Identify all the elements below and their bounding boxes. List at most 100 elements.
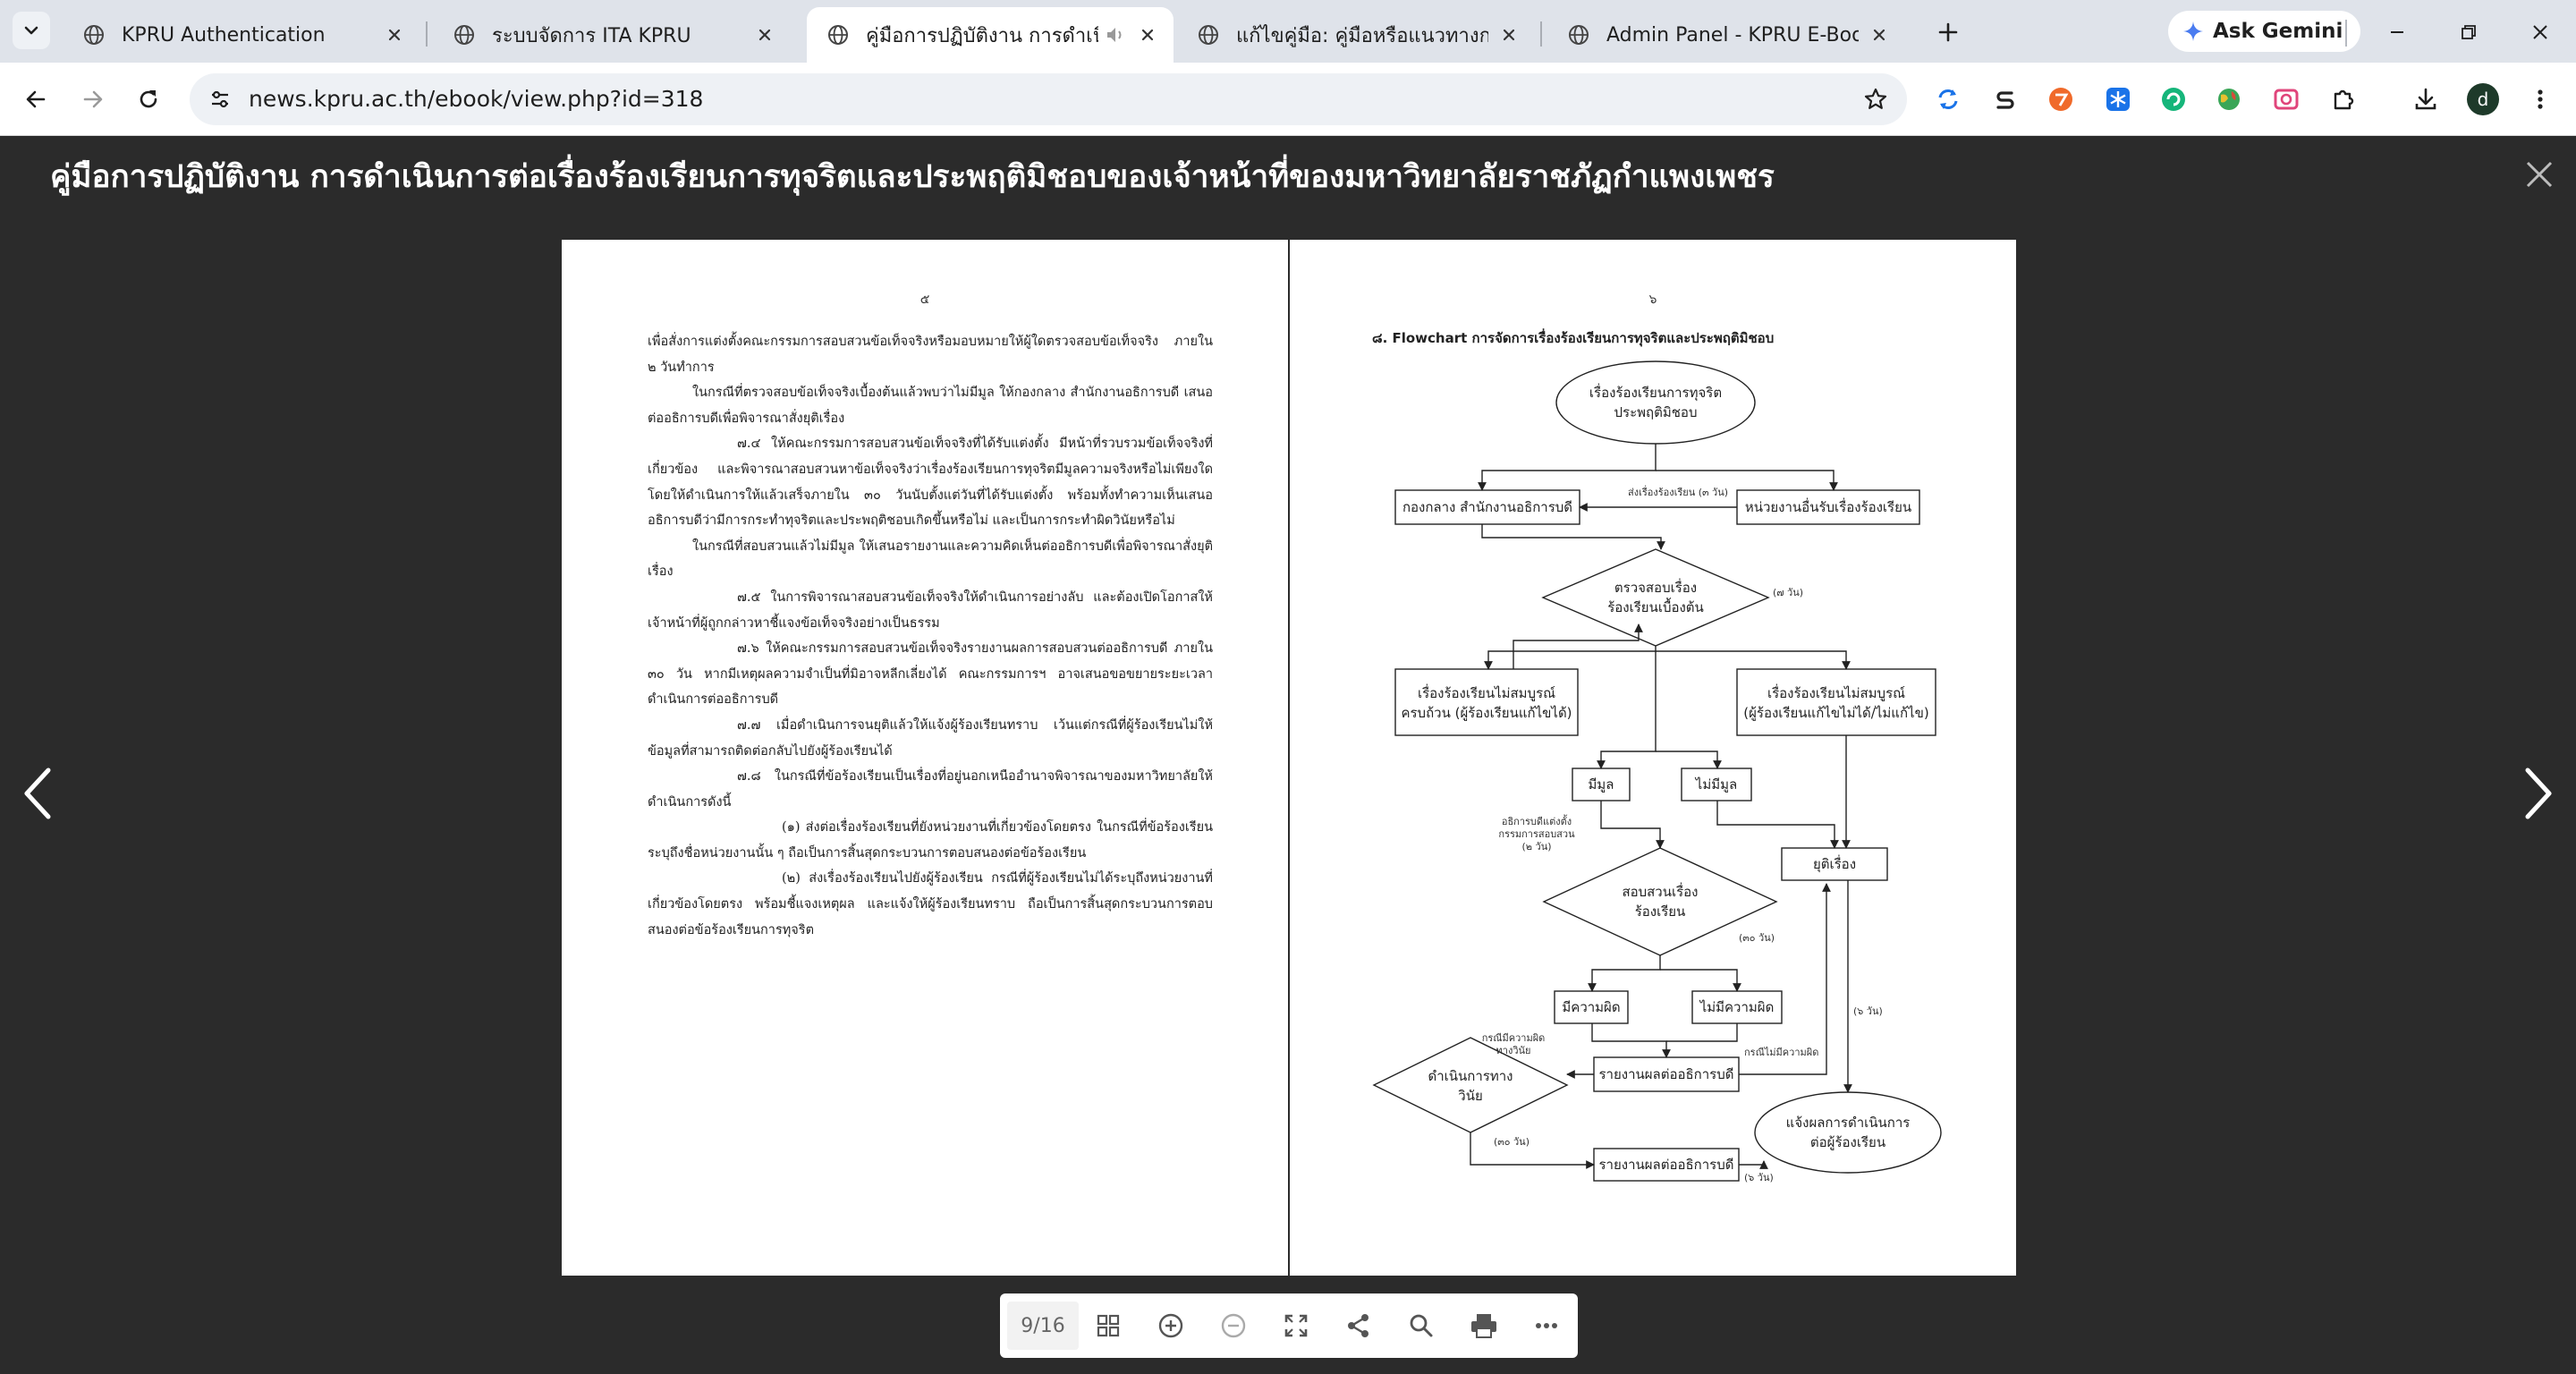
connector <box>1660 969 1741 992</box>
restore-button[interactable] <box>2451 14 2487 50</box>
extension-green-button[interactable] <box>2156 81 2191 117</box>
node-label: แจ้งผลการดำเนินการ <box>1786 1115 1911 1131</box>
tab-edit-manual[interactable]: แก้ไขคู่มือ: คู่มือหรือแนวทางการปฏิบั <box>1177 7 1535 63</box>
star-icon <box>1864 88 1887 109</box>
print-icon <box>1471 1314 1496 1338</box>
close-window-button[interactable] <box>2522 14 2558 50</box>
close-tab-icon[interactable] <box>1497 23 1521 47</box>
extension-sync-button[interactable] <box>1930 81 1966 117</box>
close-tab-icon[interactable] <box>753 23 776 47</box>
close-tab-icon[interactable] <box>1868 23 1891 47</box>
annotation: กรณีไม่มีความผิด <box>1744 1047 1818 1058</box>
extension-pink-button[interactable] <box>2268 81 2304 117</box>
download-icon <box>2415 88 2436 110</box>
node-start <box>1555 360 1756 445</box>
extensions-button[interactable] <box>2326 81 2361 117</box>
viewer-controls: 9/16 <box>1000 1293 1578 1358</box>
extension-snowflake-button[interactable] <box>2100 81 2136 117</box>
browser-window: KPRU Authentication ระบบจัดการ ITA KPRU … <box>0 0 2576 1374</box>
globe-icon <box>84 25 104 45</box>
more-horizontal-icon <box>1536 1323 1557 1328</box>
print-button[interactable] <box>1465 1307 1503 1344</box>
close-tab-icon[interactable] <box>1136 23 1159 47</box>
back-button[interactable] <box>16 80 55 119</box>
chevron-left-icon <box>24 768 51 819</box>
zoom-out-icon <box>1221 1313 1246 1338</box>
tab-title: ระบบจัดการ ITA KPRU <box>492 24 691 47</box>
tab-kpru-authentication[interactable]: KPRU Authentication <box>63 7 420 63</box>
more-vertical-icon <box>2538 89 2543 109</box>
ask-gemini-button[interactable]: Ask Gemini <box>2168 11 2361 52</box>
annotation: (๖ วัน) <box>1744 1172 1774 1183</box>
extension-globe-button[interactable] <box>2211 81 2247 117</box>
extension-s-button[interactable] <box>1987 81 2023 117</box>
node-label: ตรวจสอบเรื่อง <box>1614 578 1697 596</box>
globe-icon <box>828 25 848 45</box>
close-icon <box>2526 161 2553 188</box>
browser-menu-button[interactable] <box>2522 81 2558 117</box>
annotation: (๖ วัน) <box>1853 1005 1883 1017</box>
profile-avatar[interactable]: d <box>2467 83 2499 115</box>
minimize-icon <box>2391 31 2403 33</box>
extension-orange-button[interactable] <box>2043 81 2079 117</box>
thumbnails-button[interactable] <box>1089 1307 1127 1344</box>
close-tab-icon[interactable] <box>383 23 406 47</box>
reload-icon <box>140 90 157 108</box>
speaker-icon[interactable] <box>1104 23 1127 47</box>
downloads-button[interactable] <box>2408 81 2444 117</box>
node-incomplete-case <box>1736 668 1936 736</box>
tab-ita-kpru[interactable]: ระบบจัดการ ITA KPRU <box>433 7 791 63</box>
snowflake-icon <box>2106 88 2130 111</box>
page-indicator[interactable]: 9/16 <box>1007 1302 1079 1350</box>
node-label: ไม่มีความผิด <box>1699 999 1775 1015</box>
node-label: มีความผิด <box>1562 999 1620 1015</box>
gemini-sparkle-icon <box>2183 21 2203 41</box>
puzzle-icon <box>2334 89 2354 110</box>
zoom-out-button[interactable] <box>1215 1307 1252 1344</box>
chevron-right-icon <box>2525 768 2552 819</box>
viewer-close-button[interactable] <box>2519 154 2560 195</box>
gemini-label: Ask Gemini <box>2213 20 2343 43</box>
arrow-right-icon <box>83 90 103 108</box>
node-label: ต่อผู้ร้องเรียน <box>1810 1134 1885 1150</box>
more-options-button[interactable] <box>1528 1307 1565 1344</box>
address-bar[interactable]: news.kpru.ac.th/ebook/view.php?id=318 <box>190 73 1907 125</box>
paragraph: ๗.๖ ให้คณะกรรมการสอบสวนข้อเท็จจริงรายงาน… <box>648 641 1213 708</box>
pink-camera-icon <box>2274 89 2299 110</box>
node-label: ร้องเรียนเบื้องต้น <box>1607 598 1704 615</box>
zoom-in-icon <box>1158 1313 1183 1338</box>
node-label: ประพฤติมิชอบ <box>1614 404 1698 420</box>
share-button[interactable] <box>1340 1307 1377 1344</box>
tab-admin-panel[interactable]: Admin Panel - KPRU E-Books <box>1547 7 1905 63</box>
tab-title: แก้ไขคู่มือ: คู่มือหรือแนวทางการปฏิบั <box>1236 24 1488 47</box>
zoom-in-button[interactable] <box>1152 1307 1190 1344</box>
node-label: ร้องเรียน <box>1635 903 1686 920</box>
search-button[interactable] <box>1402 1307 1440 1344</box>
node-label: ยุติเรื่อง <box>1813 854 1856 873</box>
forward-button[interactable] <box>73 80 113 119</box>
annotation: ส่งเรื่องร้องเรียน (๓ วัน) <box>1628 485 1728 498</box>
bookmark-button[interactable] <box>1859 82 1893 116</box>
annotation: กรณีมีความผิด <box>1482 1032 1546 1044</box>
flowchart-diagram: เรื่องร้องเรียนการทุจริต ประพฤติมิชอบ กอ… <box>1372 360 1942 1183</box>
next-page-button[interactable] <box>2512 753 2565 834</box>
connector <box>1739 1160 1768 1169</box>
node-discipline <box>1372 1037 1569 1133</box>
tab-search-button[interactable] <box>13 12 50 49</box>
node-label: ไม่มีมูล <box>1695 776 1737 793</box>
reload-button[interactable] <box>129 80 168 119</box>
minimize-button[interactable] <box>2379 14 2415 50</box>
fullscreen-button[interactable] <box>1277 1307 1315 1344</box>
url-text[interactable]: news.kpru.ac.th/ebook/view.php?id=318 <box>249 86 703 112</box>
connector <box>1470 1132 1595 1169</box>
node-label: ครบถ้วน (ผู้ร้องเรียนแก้ไขได้) <box>1401 705 1572 721</box>
tab-ebook-manual[interactable]: คู่มือการปฏิบัติงาน การดำเนินการ <box>807 7 1174 63</box>
globe-icon <box>1199 25 1218 45</box>
connector <box>1597 651 1657 769</box>
site-info-button[interactable] <box>200 80 240 119</box>
new-tab-button[interactable] <box>1928 13 1968 52</box>
sync-icon <box>1938 89 1958 109</box>
orange-circle-icon <box>2049 88 2072 111</box>
node-initial-check <box>1541 548 1770 647</box>
previous-page-button[interactable] <box>11 753 64 834</box>
